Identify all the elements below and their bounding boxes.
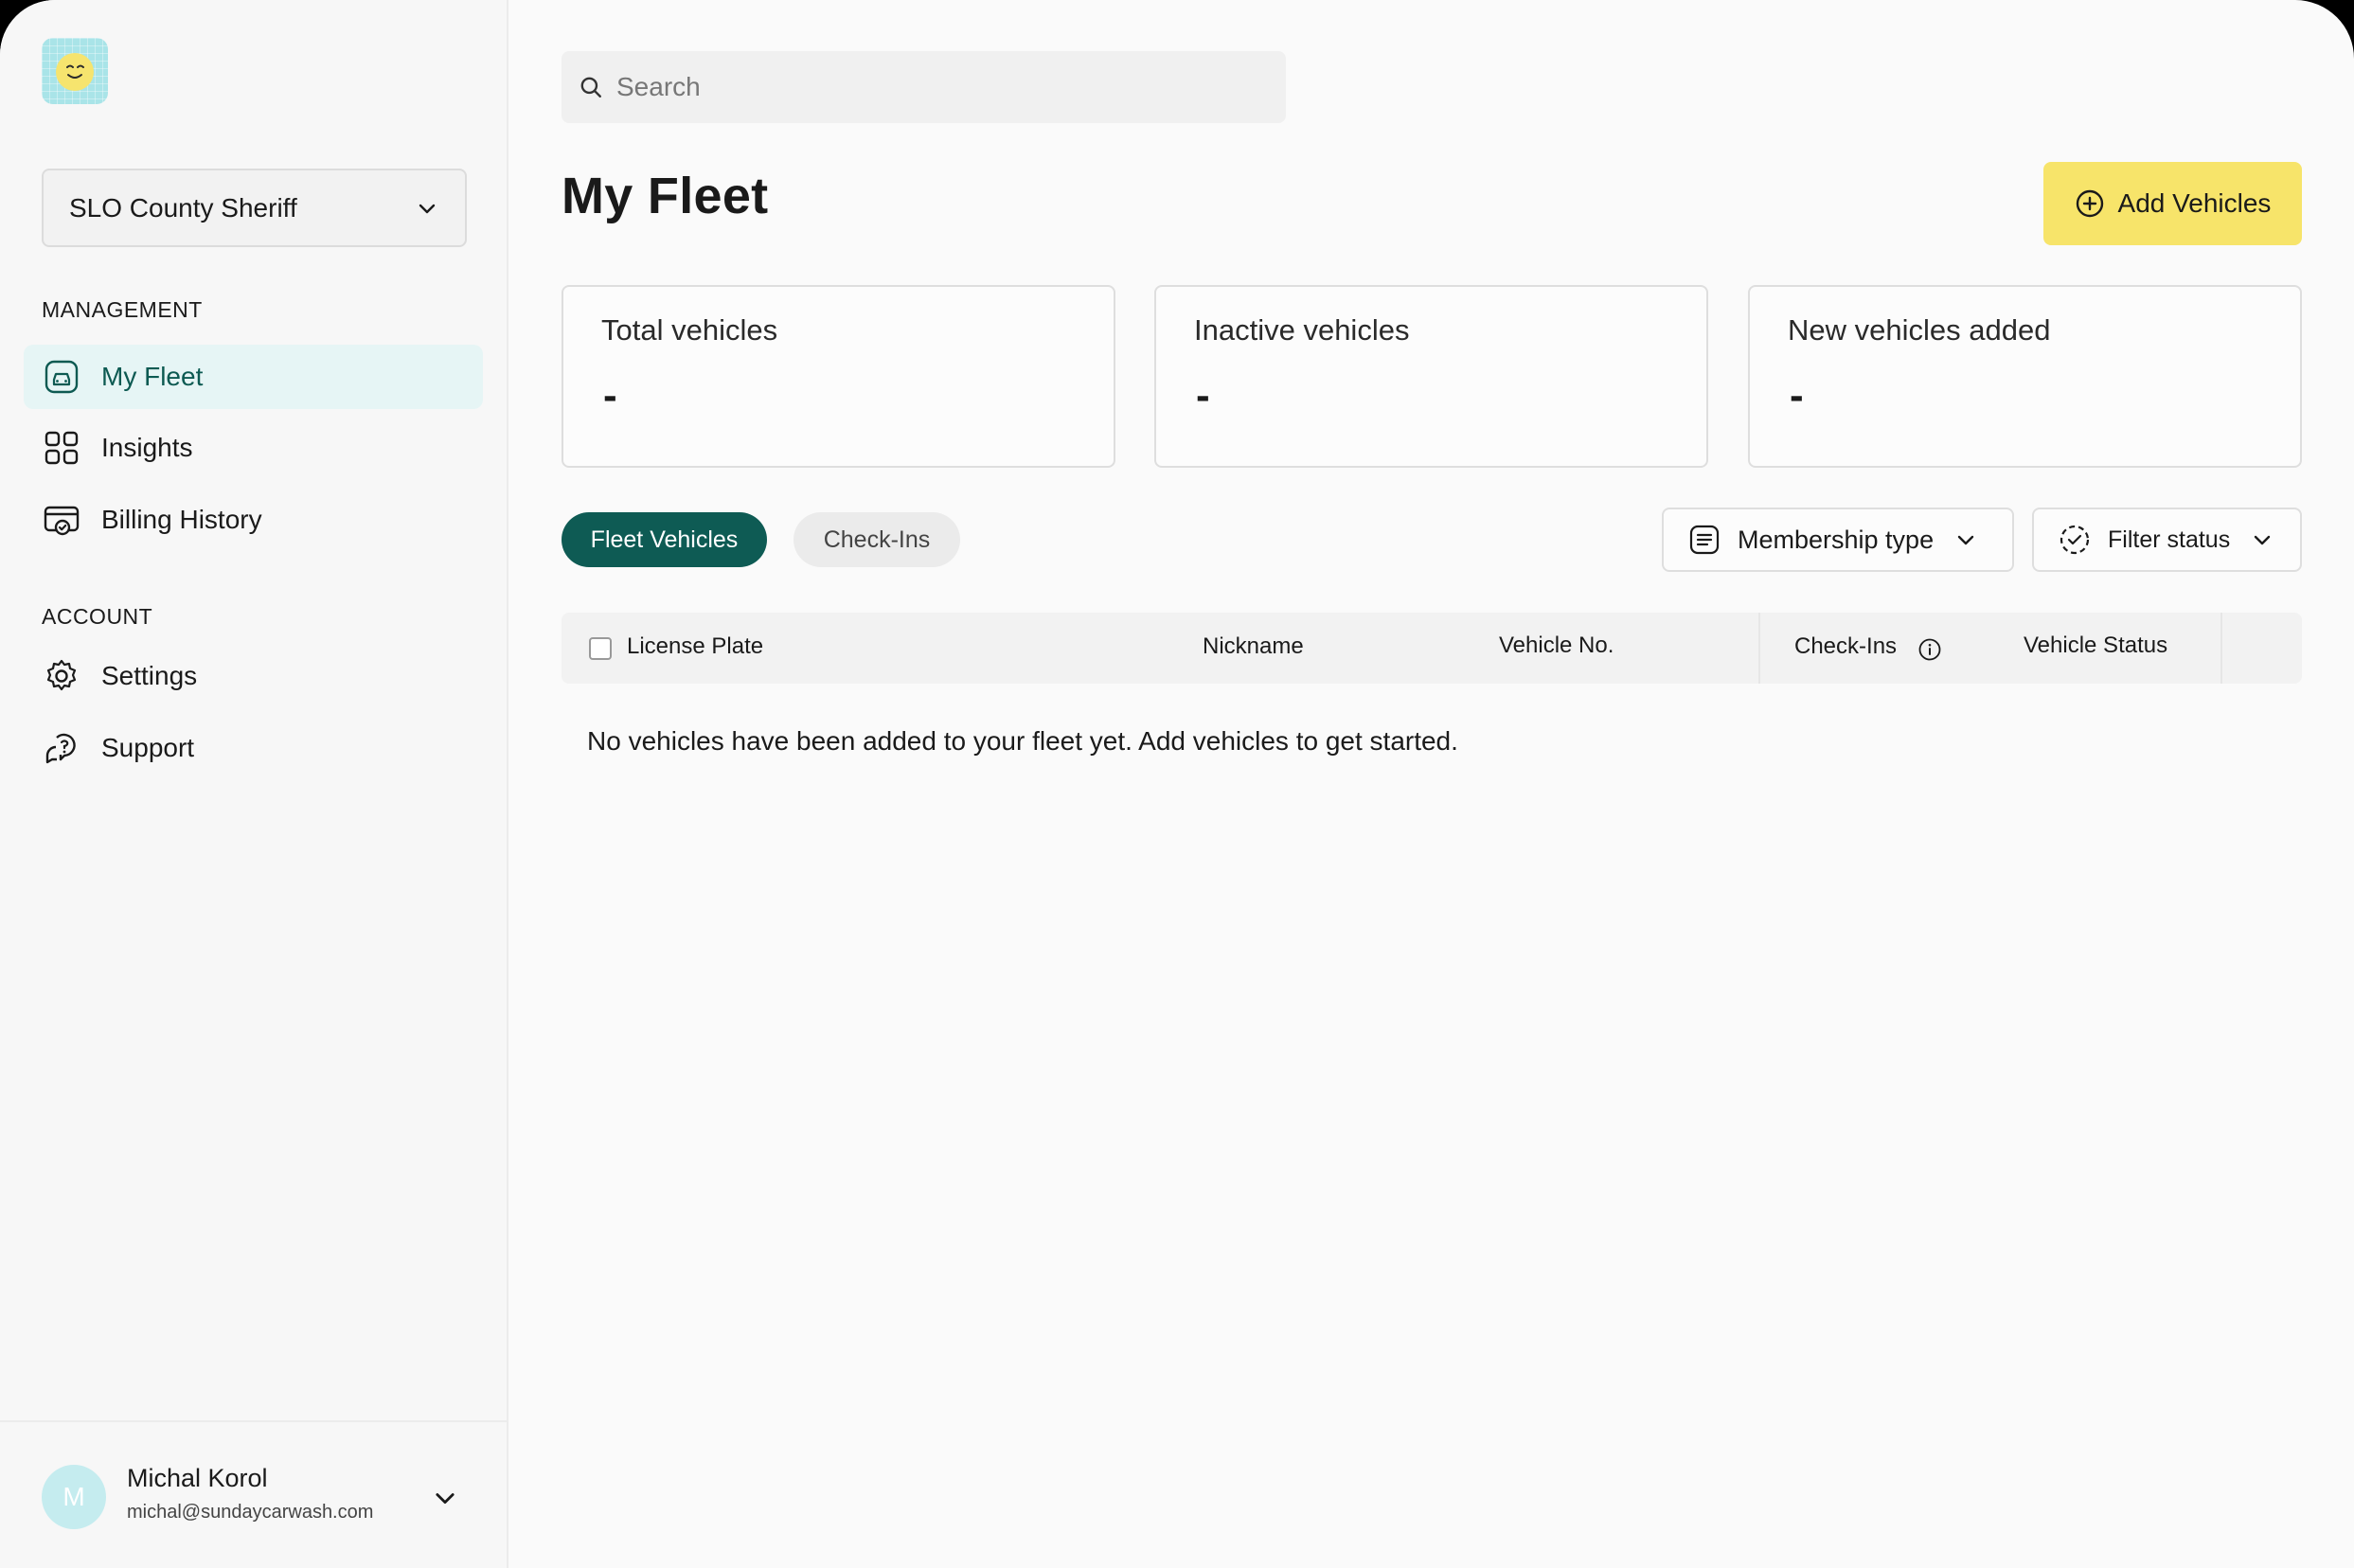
stat-value: - [603, 372, 617, 419]
add-vehicles-label: Add Vehicles [2117, 188, 2272, 218]
membership-type-label: Membership type [1738, 525, 1935, 554]
app-window: SLO County Sheriff MANAGEMENT My Fleet I… [0, 0, 2354, 1568]
plus-circle-icon [2076, 189, 2103, 218]
user-email: michal@sundaycarwash.com [127, 1502, 374, 1523]
stat-value: - [1196, 372, 1210, 419]
grid-icon [43, 429, 80, 467]
sidebar-item-label: Insights [101, 433, 193, 462]
sidebar: SLO County Sheriff MANAGEMENT My Fleet I… [0, 0, 508, 1568]
dashed-check-circle-icon [2060, 525, 2090, 555]
column-divider [1758, 613, 1760, 684]
sidebar-item-label: Billing History [101, 505, 262, 534]
stat-card-inactive-vehicles: Inactive vehicles - [1154, 285, 1708, 468]
sidebar-item-my-fleet[interactable]: My Fleet [24, 345, 483, 409]
column-header-license-plate[interactable]: License Plate [627, 633, 763, 660]
page-title: My Fleet [562, 168, 769, 224]
empty-state-message: No vehicles have been added to your flee… [587, 726, 1458, 756]
sidebar-item-billing-history[interactable]: Billing History [24, 488, 483, 552]
sidebar-item-label: Settings [101, 661, 198, 690]
chevron-down-icon[interactable] [432, 1485, 458, 1511]
chevron-down-icon [419, 204, 436, 213]
user-profile[interactable]: M Michal Korol michal@sundaycarwash.com [0, 1420, 508, 1568]
section-label-management: MANAGEMENT [42, 297, 203, 322]
select-all-checkbox[interactable] [589, 637, 612, 660]
search-icon [580, 77, 601, 98]
search-bar[interactable] [562, 51, 1286, 123]
stat-card-new-vehicles: New vehicles added - [1748, 285, 2302, 468]
gear-icon [43, 657, 80, 695]
section-label-account: ACCOUNT [42, 604, 153, 629]
search-input[interactable] [616, 72, 1241, 102]
filter-status-dropdown[interactable]: Filter status [2032, 508, 2302, 572]
support-icon [43, 729, 80, 767]
tab-fleet-vehicles[interactable]: Fleet Vehicles [562, 512, 767, 567]
organization-select-value: SLO County Sheriff [69, 192, 297, 223]
sidebar-item-insights[interactable]: Insights [24, 416, 483, 480]
chevron-down-icon [2255, 535, 2271, 545]
avatar: M [42, 1465, 106, 1529]
stat-label: Inactive vehicles [1194, 313, 1410, 347]
stat-label: Total vehicles [601, 313, 778, 347]
sidebar-item-support[interactable]: Support [24, 716, 483, 780]
sun-face-icon [56, 53, 94, 91]
stat-label: New vehicles added [1788, 313, 2051, 347]
stat-card-total-vehicles: Total vehicles - [562, 285, 1115, 468]
organization-select[interactable]: SLO County Sheriff [42, 169, 467, 247]
sidebar-item-label: Support [101, 733, 195, 762]
column-header-vehicle-no[interactable]: Vehicle No. [1499, 633, 1614, 659]
membership-type-filter[interactable]: Membership type [1662, 508, 2014, 572]
filter-status-label: Filter status [2108, 526, 2231, 553]
info-icon[interactable] [1917, 637, 1942, 662]
list-card-icon [1689, 525, 1720, 555]
user-name: Michal Korol [127, 1464, 268, 1492]
app-logo[interactable] [42, 38, 108, 104]
column-header-vehicle-status[interactable]: Vehicle Status [2024, 633, 2167, 659]
sidebar-item-label: My Fleet [101, 362, 204, 391]
sidebar-item-settings[interactable]: Settings [24, 644, 483, 708]
column-header-nickname[interactable]: Nickname [1203, 633, 1304, 660]
add-vehicles-button[interactable]: Add Vehicles [2043, 162, 2302, 245]
tab-check-ins[interactable]: Check-Ins [794, 512, 960, 567]
billing-icon [43, 501, 80, 539]
column-divider [2220, 613, 2222, 684]
chevron-down-icon [1957, 535, 1974, 545]
column-header-check-ins[interactable]: Check-Ins [1794, 633, 1897, 660]
stat-value: - [1790, 372, 1804, 419]
table-header: License Plate Nickname Vehicle No. Check… [562, 613, 2302, 684]
car-icon [43, 358, 80, 396]
